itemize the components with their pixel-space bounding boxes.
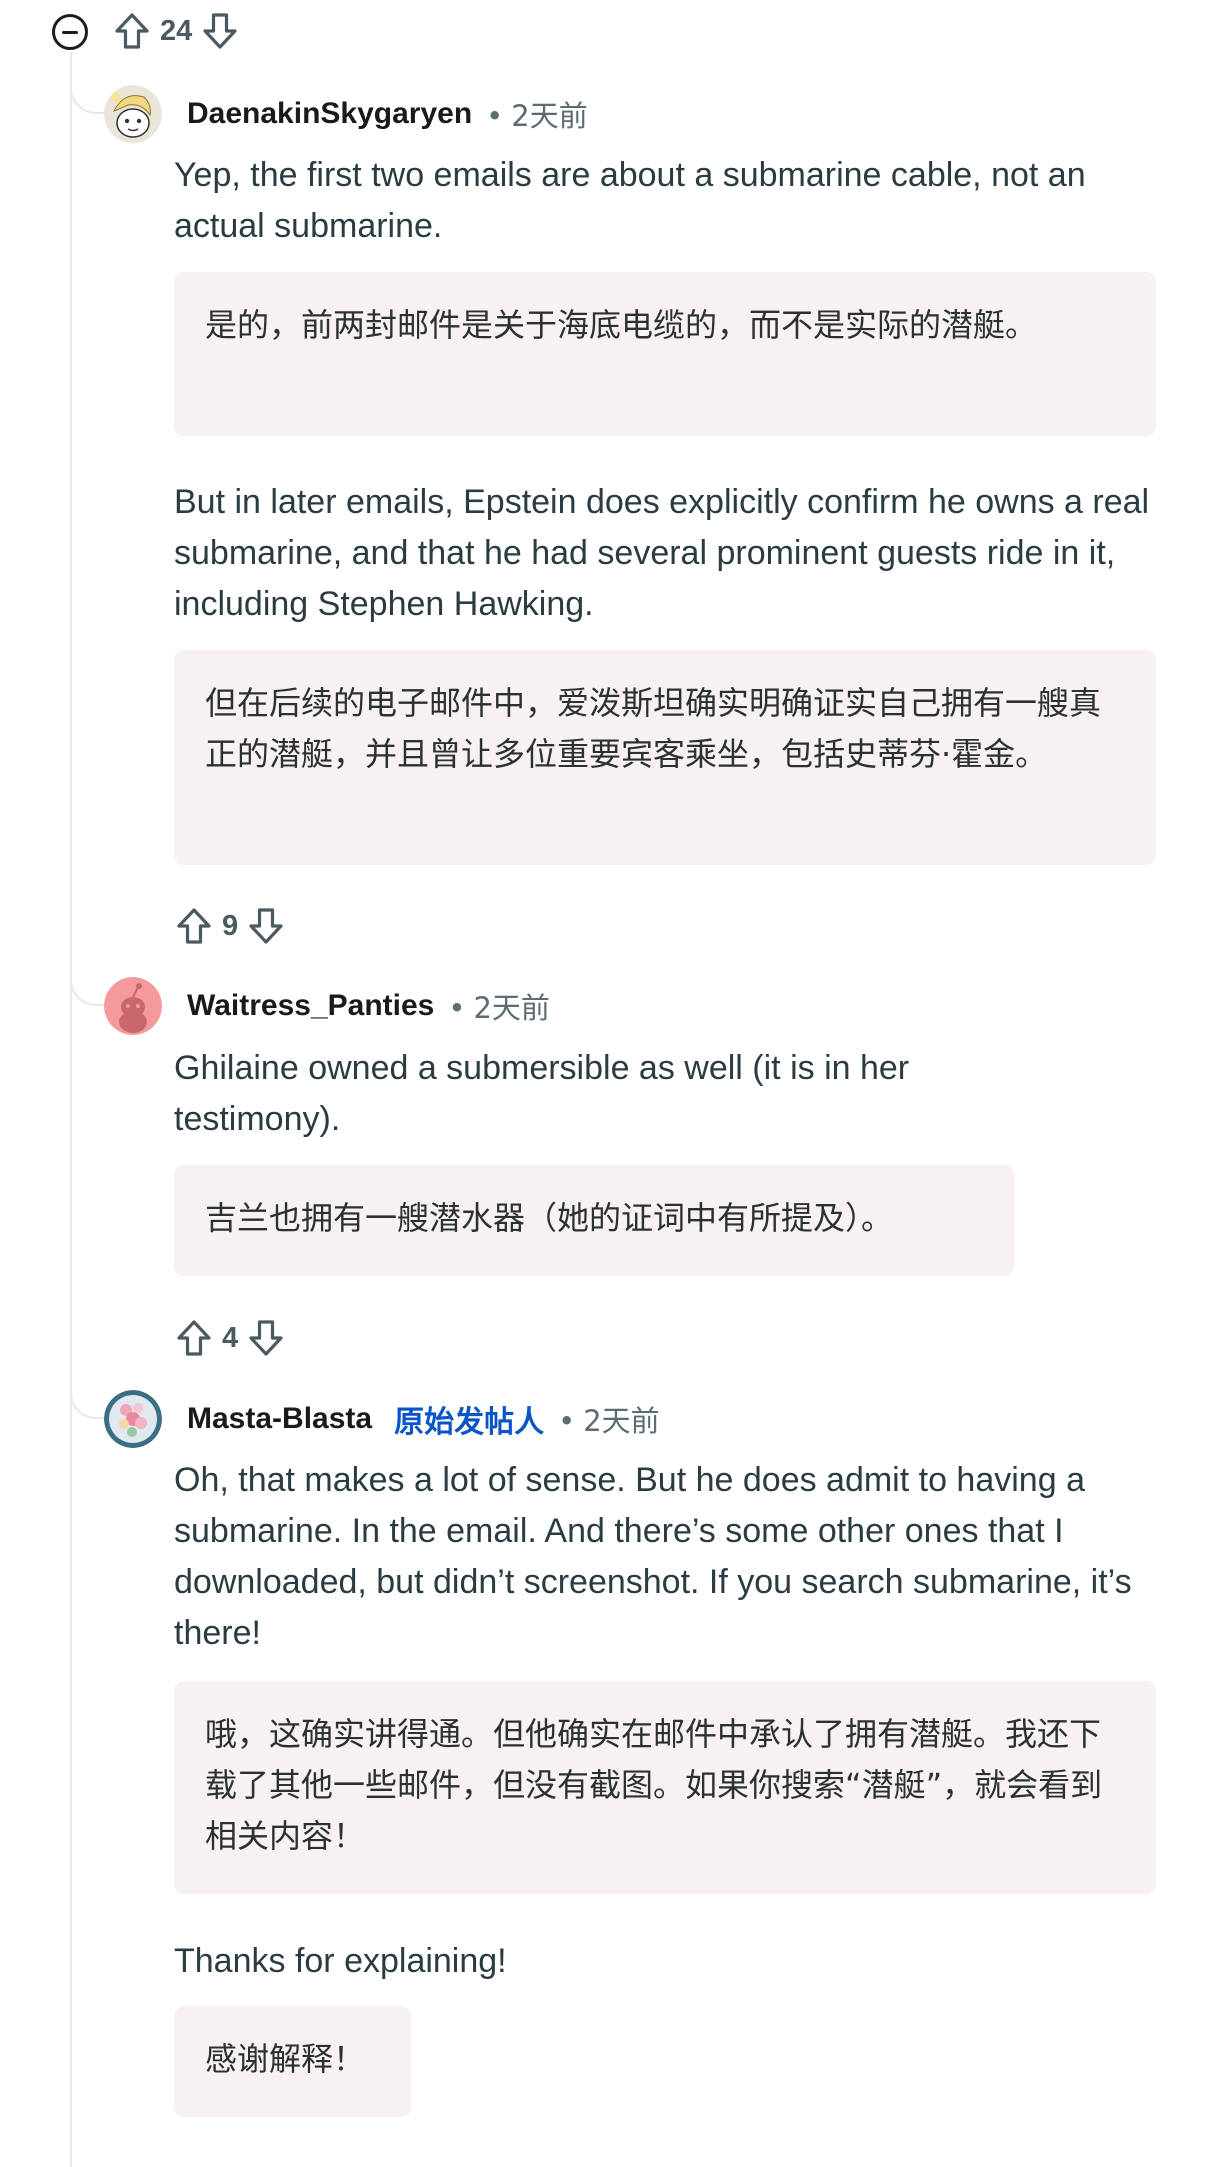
downvote-icon[interactable]: [246, 1318, 286, 1358]
vote-count: 9: [222, 909, 239, 942]
collapse-thread-icon[interactable]: [52, 14, 88, 50]
upvote-icon[interactable]: [174, 906, 214, 946]
op-badge: 原始发帖人: [394, 1406, 545, 1439]
upvote-icon[interactable]: [112, 11, 152, 51]
vote-count: 4: [222, 1321, 239, 1354]
upvote-icon[interactable]: [174, 1318, 214, 1358]
comment-text: But in later emails, Epstein does explic…: [174, 483, 1150, 623]
comment-header: Masta-Blasta 原始发帖人 • 2天前: [104, 1389, 660, 1449]
thread-branch: [70, 80, 104, 114]
translation-box: 感谢解释！: [174, 2006, 411, 2117]
thread-line: [70, 52, 72, 2167]
username[interactable]: Waitress_Panties: [187, 989, 434, 1023]
avatar[interactable]: [104, 85, 162, 143]
translation-box: 是的，前两封邮件是关于海底电缆的，而不是实际的潜艇。: [174, 272, 1156, 436]
comment-text: Yep, the first two emails are about a su…: [174, 156, 1086, 245]
thread-branch: [70, 1385, 104, 1419]
avatar[interactable]: [104, 977, 162, 1035]
vote-count: 24: [160, 14, 193, 47]
username[interactable]: Masta-Blasta: [187, 1402, 372, 1436]
comment-header: DaenakinSkygaryen • 2天前: [104, 84, 588, 144]
translation-box: 哦，这确实讲得通。但他确实在邮件中承认了拥有潜艇。我还下载了其他一些邮件，但没有…: [174, 1681, 1156, 1894]
downvote-icon[interactable]: [246, 906, 286, 946]
comment-vote-bar: 4: [174, 1318, 286, 1358]
comment-time: • 2天前: [558, 1404, 660, 1438]
avatar[interactable]: [104, 1390, 162, 1448]
translation-box: 但在后续的电子邮件中，爱泼斯坦确实明确证实自己拥有一艘真正的潜艇，并且曾让多位重…: [174, 650, 1156, 865]
comment-text: Ghilaine owned a submersible as well (it…: [174, 1049, 910, 1138]
comment-text: Thanks for explaining!: [174, 1942, 507, 1980]
username[interactable]: DaenakinSkygaryen: [187, 97, 472, 131]
comment-header: Waitress_Panties • 2天前: [104, 976, 550, 1036]
parent-vote-bar: 24: [112, 11, 240, 51]
thread-branch: [70, 972, 104, 1006]
translation-box: 吉兰也拥有一艘潜水器（她的证词中有所提及）。: [174, 1165, 1014, 1276]
comment-time: • 2天前: [448, 991, 550, 1025]
downvote-icon[interactable]: [200, 11, 240, 51]
comment-text: Oh, that makes a lot of sense. But he do…: [174, 1461, 1132, 1652]
comment-time: • 2天前: [486, 99, 588, 133]
comment-vote-bar: 9: [174, 906, 286, 946]
